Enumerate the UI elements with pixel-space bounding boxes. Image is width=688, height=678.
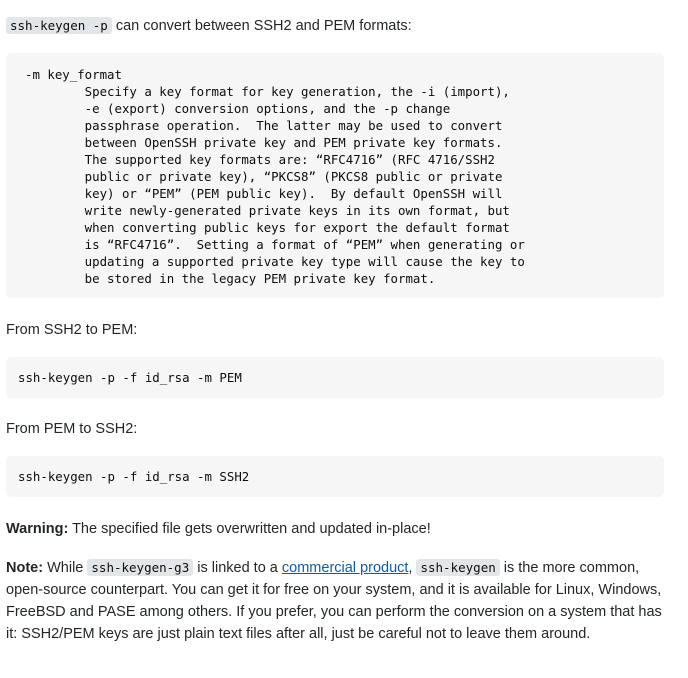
note-inline-code-g3: ssh-keygen-g3 — [87, 559, 194, 576]
warning-paragraph: Warning: The specified file gets overwri… — [6, 518, 431, 540]
man-page-code-block[interactable]: -m key_format Specify a key format for k… — [6, 53, 664, 298]
intro-inline-code: ssh-keygen -p — [6, 17, 112, 34]
note-label: Note: — [6, 560, 44, 576]
ssh2-to-pem-label: From SSH2 to PEM: — [6, 322, 138, 338]
note-inline-code-keygen: ssh-keygen — [416, 559, 500, 576]
pem-to-ssh2-command: ssh-keygen -p -f id_rsa -m SSH2 — [18, 469, 250, 484]
commercial-product-link[interactable]: commercial product — [282, 560, 409, 576]
note-paragraph: Note: While ssh-keygen-g3 is linked to a… — [6, 557, 666, 645]
intro-paragraph: ssh-keygen -p can convert between SSH2 a… — [6, 15, 412, 37]
ssh2-to-pem-code-block[interactable]: ssh-keygen -p -f id_rsa -m PEM — [6, 357, 664, 398]
note-text-1: While — [43, 560, 88, 576]
note-text-2: is linked to a — [193, 560, 282, 576]
warning-text: The specified file gets overwritten and … — [68, 521, 431, 537]
man-page-text: -m key_format Specify a key format for k… — [25, 67, 525, 286]
pem-to-ssh2-code-block[interactable]: ssh-keygen -p -f id_rsa -m SSH2 — [6, 456, 664, 497]
pem-to-ssh2-label: From PEM to SSH2: — [6, 421, 138, 437]
ssh2-to-pem-command: ssh-keygen -p -f id_rsa -m PEM — [18, 370, 242, 385]
warning-label: Warning: — [6, 521, 69, 537]
intro-text: can convert between SSH2 and PEM formats… — [111, 18, 412, 34]
